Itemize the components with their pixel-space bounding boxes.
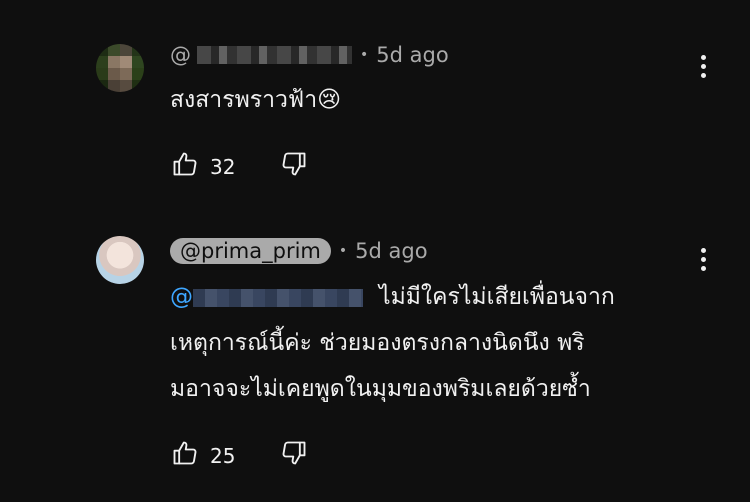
comment-menu-button[interactable]	[697, 248, 709, 276]
vertical-dots-icon	[700, 55, 706, 60]
thumbs-up-icon[interactable]	[170, 150, 200, 183]
censored-mention	[193, 288, 363, 307]
avatar[interactable]	[96, 236, 144, 284]
avatar-image	[96, 44, 144, 92]
avatar[interactable]	[96, 44, 144, 92]
thumbs-up-icon[interactable]	[170, 439, 200, 472]
author-handle[interactable]: @prima_prim	[170, 238, 331, 264]
comment-text: @ ไม่มีใครไม่เสียเพื่อนจาก เหตุการณ์นี้ค่…	[170, 274, 615, 412]
comment-menu-button[interactable]	[697, 55, 709, 83]
like-count: 32	[210, 154, 236, 179]
comment-header: @prima_prim • 5d ago	[170, 238, 428, 264]
vertical-dots-icon	[700, 248, 706, 253]
avatar-image	[96, 236, 144, 284]
separator-dot: •	[360, 47, 369, 63]
thumbs-down-icon[interactable]	[279, 150, 309, 183]
timestamp[interactable]: 5d ago	[355, 239, 427, 263]
comment-text-line: เหตุการณ์นี้ค่ะ ช่วยมองตรงกลางนิดนึง พริ	[170, 330, 585, 356]
like-count: 25	[210, 443, 236, 468]
mention-link[interactable]: @	[170, 284, 193, 310]
comment-text: สงสารพราวฟ้า😢	[170, 87, 342, 113]
separator-dot: •	[338, 243, 348, 259]
author-handle[interactable]: @	[170, 43, 191, 67]
comment-text-line: มอาจจะไม่เคยพูดในมุมของพริมเลยด้วยซ้ำ	[170, 376, 591, 402]
comment-header: @ • 5d ago	[170, 43, 449, 67]
thumbs-down-icon[interactable]	[279, 439, 309, 472]
crying-emoji: 😢	[317, 87, 342, 113]
timestamp[interactable]: 5d ago	[376, 43, 448, 67]
comment-actions: 25	[170, 439, 309, 472]
censored-username	[197, 46, 352, 64]
comment-actions: 32	[170, 150, 309, 183]
